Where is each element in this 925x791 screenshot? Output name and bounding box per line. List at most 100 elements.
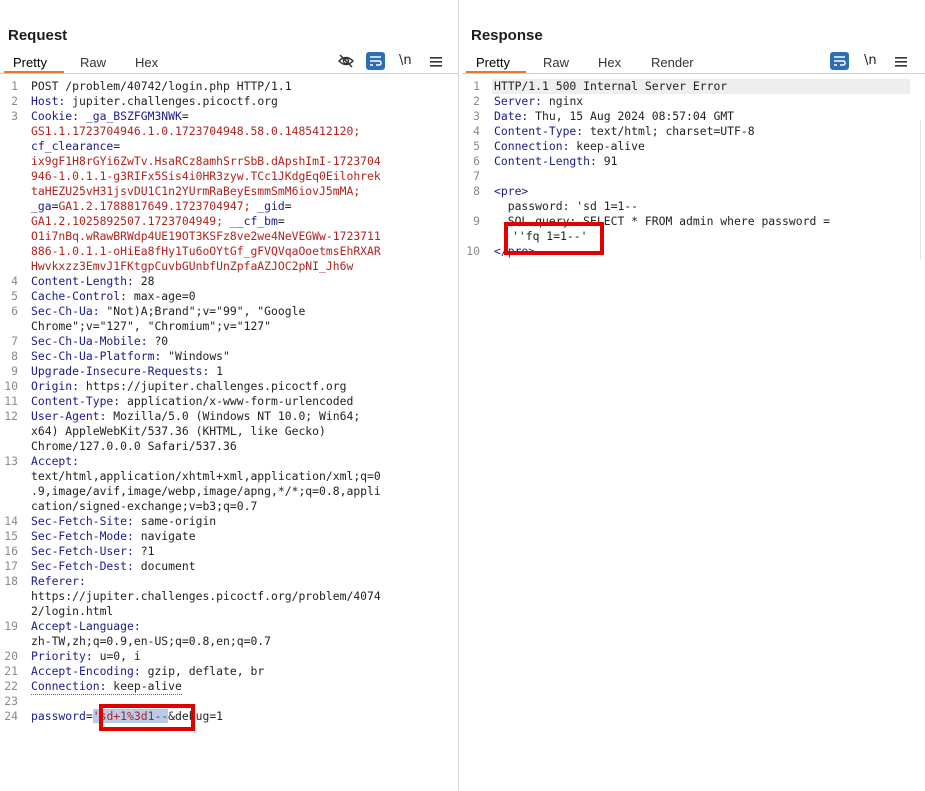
line-number: 6 — [11, 304, 18, 318]
line-number: 24 — [4, 709, 18, 723]
cookie-value: ix9gF1H8rGYi6ZwTv.HsaRCz8amhSrrSbB.dApsh… — [31, 154, 381, 168]
header-content-length: Content-Length: 91 — [494, 154, 618, 168]
line-number: 13 — [4, 454, 18, 468]
line-number: 2 — [473, 94, 480, 108]
header-sec-ch-ua-platform: Sec-Ch-Ua-Platform: "Windows" — [31, 349, 230, 363]
header-priority: Priority: u=0, i — [31, 649, 141, 663]
hide-icon[interactable] — [337, 53, 355, 74]
line-number: 6 — [473, 154, 480, 168]
wrap-icon[interactable] — [366, 52, 385, 70]
line-number: 3 — [11, 109, 18, 123]
header-continuation: zh-TW,zh;q=0.9,en-US;q=0.8,en;q=0.7 — [31, 634, 272, 648]
line-number: 7 — [11, 334, 18, 348]
header-continuation: cation/signed-exchange;v=b3;q=0.7 — [31, 499, 258, 513]
header-content-type: Content-Type: application/x-www-form-url… — [31, 394, 354, 408]
header-sec-fetch-dest: Sec-Fetch-Dest: document — [31, 559, 196, 573]
menu-icon[interactable] — [895, 55, 907, 73]
response-pane: Response Pretty Raw Hex Render \n 1 HTTP… — [462, 0, 925, 791]
line-number: 10 — [466, 244, 480, 258]
request-body[interactable]: 1 POST /problem/40742/login.php HTTP/1.1… — [0, 79, 458, 779]
tab-baseline — [0, 73, 458, 74]
line-number: 4 — [11, 274, 18, 288]
line-number: 9 — [11, 364, 18, 378]
header-connection: Connection: keep-alive — [494, 139, 645, 153]
header-cache-control: Cache-Control: max-age=0 — [31, 289, 196, 303]
header-accept-language: Accept-Language: — [31, 619, 141, 633]
tab-pretty[interactable]: Pretty — [476, 55, 510, 70]
cookie-pair: _ga=GA1.2.1788817649.1723704947; _gid= — [31, 199, 292, 213]
header-continuation: 2/login.html — [31, 604, 114, 618]
menu-icon[interactable] — [430, 55, 442, 73]
cookie-value: 946-1.0.1.1-g3RIFx5Sis4i0HR3zyw.TCc1JKdg… — [31, 169, 381, 183]
tab-raw[interactable]: Raw — [80, 55, 106, 70]
line-number: 23 — [4, 694, 18, 708]
request-line: POST /problem/40742/login.php HTTP/1.1 — [31, 79, 292, 93]
line-number: 19 — [4, 619, 18, 633]
tab-render[interactable]: Render — [651, 55, 694, 70]
header-sec-fetch-site: Sec-Fetch-Site: same-origin — [31, 514, 217, 528]
cookie-value: Hwvkxzz3EmvJ1FKtgpCuvbGUnbfUnZpfaAZJOC2p… — [31, 259, 354, 273]
line-number: 12 — [4, 409, 18, 423]
password-echo: password: 'sd 1=1-- — [494, 199, 639, 213]
pre-open-tag: <pre> — [494, 184, 529, 198]
header-date: Date: Thu, 15 Aug 2024 08:57:04 GMT — [494, 109, 735, 123]
line-number: 20 — [4, 649, 18, 663]
cookie-name: cf_clearance= — [31, 139, 121, 153]
line-number: 4 — [473, 124, 480, 138]
header-continuation: x64) AppleWebKit/537.36 (KHTML, like Gec… — [31, 424, 326, 438]
newline-toggle[interactable]: \n — [864, 53, 877, 68]
cookie-value: GS1.1.1723704946.1.0.1723704948.58.0.148… — [31, 124, 361, 138]
wrap-icon[interactable] — [830, 52, 849, 70]
header-continuation: .9,image/avif,image/webp,image/apng,*/*;… — [31, 484, 381, 498]
cookie-value: 886-1.0.1.1-oHiEa8fHy1Tu6oOYtGf_gFVQVqaO… — [31, 244, 381, 258]
line-number: 1 — [11, 79, 18, 93]
tab-hex[interactable]: Hex — [598, 55, 621, 70]
line-number: 15 — [4, 529, 18, 543]
header-sec-ch-ua-mobile: Sec-Ch-Ua-Mobile: ?0 — [31, 334, 169, 348]
newline-toggle[interactable]: \n — [399, 53, 412, 68]
header-referer: Referer: — [31, 574, 86, 588]
header-sec-ch-ua: Sec-Ch-Ua: "Not)A;Brand";v="99", "Google — [31, 304, 306, 318]
header-server: Server: nginx — [494, 94, 584, 108]
line-number: 16 — [4, 544, 18, 558]
request-title: Request — [8, 27, 68, 44]
line-number: 14 — [4, 514, 18, 528]
line-number: 1 — [473, 79, 480, 93]
line-number: 21 — [4, 664, 18, 678]
line-number: 5 — [473, 139, 480, 153]
header-cookie: Cookie: _ga_BSZFGM3NWK= — [31, 109, 189, 123]
header-continuation: https://jupiter.challenges.picoctf.org/p… — [31, 589, 381, 603]
line-number: 10 — [4, 379, 18, 393]
payload-highlight-box — [99, 704, 195, 731]
header-user-agent: User-Agent: Mozilla/5.0 (Windows NT 10.0… — [31, 409, 361, 423]
header-continuation: text/html,application/xhtml+xml,applicat… — [31, 469, 381, 483]
line-number: 7 — [473, 169, 480, 183]
request-pane: Request Pretty Raw Hex \n 1 POST /proble… — [0, 0, 458, 791]
header-origin: Origin: https://jupiter.challenges.picoc… — [31, 379, 347, 393]
query-highlight-box — [504, 222, 604, 255]
line-number: 11 — [4, 394, 18, 408]
line-number: 8 — [11, 349, 18, 363]
response-body[interactable]: 1 HTTP/1.1 500 Internal Server Error 2 S… — [462, 79, 925, 779]
header-accept-encoding: Accept-Encoding: gzip, deflate, br — [31, 664, 265, 678]
line-number: 18 — [4, 574, 18, 588]
tab-pretty[interactable]: Pretty — [13, 55, 47, 70]
tab-hex[interactable]: Hex — [135, 55, 158, 70]
header-connection: Connection: keep-alive — [31, 679, 182, 695]
line-number: 9 — [473, 214, 480, 228]
header-sec-fetch-user: Sec-Fetch-User: ?1 — [31, 544, 155, 558]
header-sec-fetch-mode: Sec-Fetch-Mode: navigate — [31, 529, 196, 543]
tab-baseline — [462, 73, 925, 74]
tab-raw[interactable]: Raw — [543, 55, 569, 70]
header-continuation: Chrome";v="127", "Chromium";v="127" — [31, 319, 272, 333]
line-number: 22 — [4, 679, 18, 693]
header-host: Host: jupiter.challenges.picoctf.org — [31, 94, 278, 108]
response-title: Response — [471, 27, 543, 44]
line-number: 3 — [473, 109, 480, 123]
pane-divider[interactable] — [458, 0, 459, 791]
line-number: 17 — [4, 559, 18, 573]
header-content-type: Content-Type: text/html; charset=UTF-8 — [494, 124, 755, 138]
header-accept: Accept: — [31, 454, 80, 468]
cookie-pair: GA1.2.1025892507.1723704949; __cf_bm= — [31, 214, 285, 228]
line-number: 5 — [11, 289, 18, 303]
